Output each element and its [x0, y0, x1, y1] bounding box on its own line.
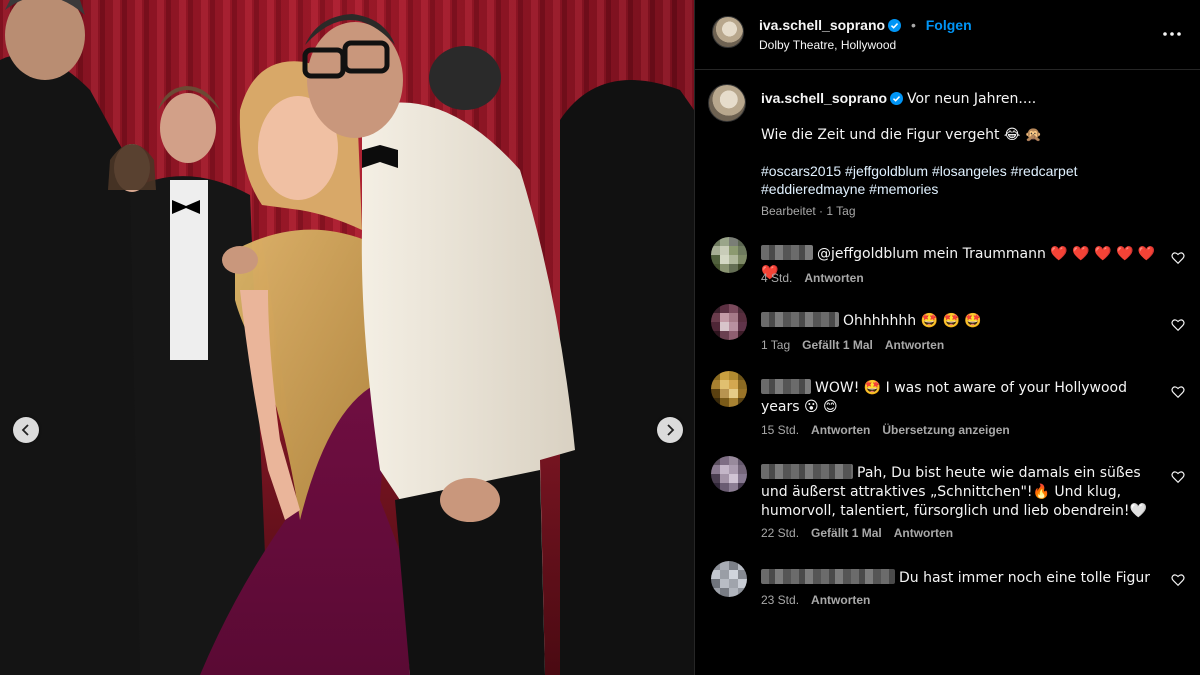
translate-button[interactable]: Übersetzung anzeigen [882, 423, 1009, 437]
heart-outline-icon[interactable] [1171, 318, 1185, 332]
comment-text: Ohhhhhhh 🤩 🤩 🤩 [761, 311, 1156, 330]
comment-author-redacted[interactable] [761, 312, 839, 327]
comment-text: WOW! 🤩 I was not aware of your Hollywood… [761, 379, 1127, 415]
verified-badge-icon [890, 92, 904, 105]
post-side-panel: iva.schell_soprano • Folgen Dolby Theatr… [695, 0, 1200, 675]
comment-time: 1 Tag [761, 338, 791, 352]
post-location[interactable]: Dolby Theatre, Hollywood [759, 38, 896, 52]
caption-time: 1 Tag [826, 204, 856, 218]
comment-time: 23 Std. [761, 593, 800, 607]
caption-hashtags-1[interactable]: #oscars2015 #jeffgoldblum #losangeles #r… [761, 163, 1078, 179]
comment-time: 4 Std. [761, 271, 793, 285]
comment-author-redacted[interactable] [761, 569, 895, 584]
reply-button[interactable]: Antworten [804, 271, 863, 285]
comment-text: Du hast immer noch eine tolle Figur [761, 568, 1156, 587]
red-carpet-photo [0, 0, 694, 675]
previous-photo-button[interactable] [13, 417, 39, 443]
likes-count[interactable]: Gefällt 1 Mal [802, 338, 873, 352]
heart-outline-icon[interactable] [1171, 251, 1185, 265]
heart-outline-icon[interactable] [1171, 573, 1185, 587]
reply-button[interactable]: Antworten [894, 526, 953, 540]
likes-count[interactable]: Gefällt 1 Mal [811, 526, 882, 540]
caption-meta: Bearbeitet · 1 Tag [761, 204, 856, 218]
reply-button[interactable]: Antworten [885, 338, 944, 352]
comment-avatar[interactable] [711, 371, 747, 407]
caption-username[interactable]: iva.schell_soprano [761, 90, 887, 106]
caption-hashtags-2[interactable]: #eddieredmayne #memories [761, 181, 938, 197]
comment-time: 15 Std. [761, 423, 800, 437]
comment-author-redacted[interactable] [761, 379, 811, 394]
next-photo-button[interactable] [657, 417, 683, 443]
comment-text: Pah, Du bist heute wie damals ein süßes … [761, 464, 1147, 519]
caption-body: iva.schell_soprano Vor neun Jahren.... W… [761, 89, 1181, 220]
caption-line-2: Wie die Zeit und die Figur vergeht 😂 🙊 [761, 127, 1043, 143]
author-username[interactable]: iva.schell_soprano [759, 17, 885, 33]
reply-button[interactable]: Antworten [811, 593, 870, 607]
comment-avatar[interactable] [711, 304, 747, 340]
comment-meta: 23 Std. Antworten [761, 593, 882, 607]
follow-button[interactable]: Folgen [926, 17, 972, 33]
post-header: iva.schell_soprano • Folgen Dolby Theatr… [695, 0, 1200, 70]
more-horizontal-icon [1163, 32, 1181, 36]
caption-avatar[interactable] [708, 84, 746, 122]
reply-button[interactable]: Antworten [811, 423, 870, 437]
comment-avatar[interactable] [711, 237, 747, 273]
separator-dot: • [910, 17, 916, 33]
chevron-right-icon [667, 424, 675, 436]
verified-badge-icon [888, 19, 902, 32]
caption-line-1: Vor neun Jahren.... [906, 91, 1037, 107]
more-options-button[interactable] [1161, 23, 1183, 45]
edited-label: Bearbeitet [761, 204, 816, 218]
comment-avatar[interactable] [711, 456, 747, 492]
comment-author-redacted[interactable] [761, 245, 813, 260]
comment-time: 22 Std. [761, 526, 800, 540]
heart-outline-icon[interactable] [1171, 470, 1185, 484]
heart-outline-icon[interactable] [1171, 385, 1185, 399]
author-line: iva.schell_soprano • Folgen [759, 17, 972, 33]
author-avatar[interactable] [712, 16, 744, 48]
comment-meta: 22 Std. Gefällt 1 Mal Antworten [761, 526, 965, 540]
comment-meta: 1 Tag Gefällt 1 Mal Antworten [761, 338, 956, 352]
comment-avatar[interactable] [711, 561, 747, 597]
comment-author-redacted[interactable] [761, 464, 853, 479]
comment-meta: 4 Std. Antworten [761, 271, 876, 285]
post-photo[interactable] [0, 0, 694, 675]
comment-meta: 15 Std. Antworten Übersetzung anzeigen [761, 423, 1022, 437]
chevron-left-icon [21, 424, 29, 436]
